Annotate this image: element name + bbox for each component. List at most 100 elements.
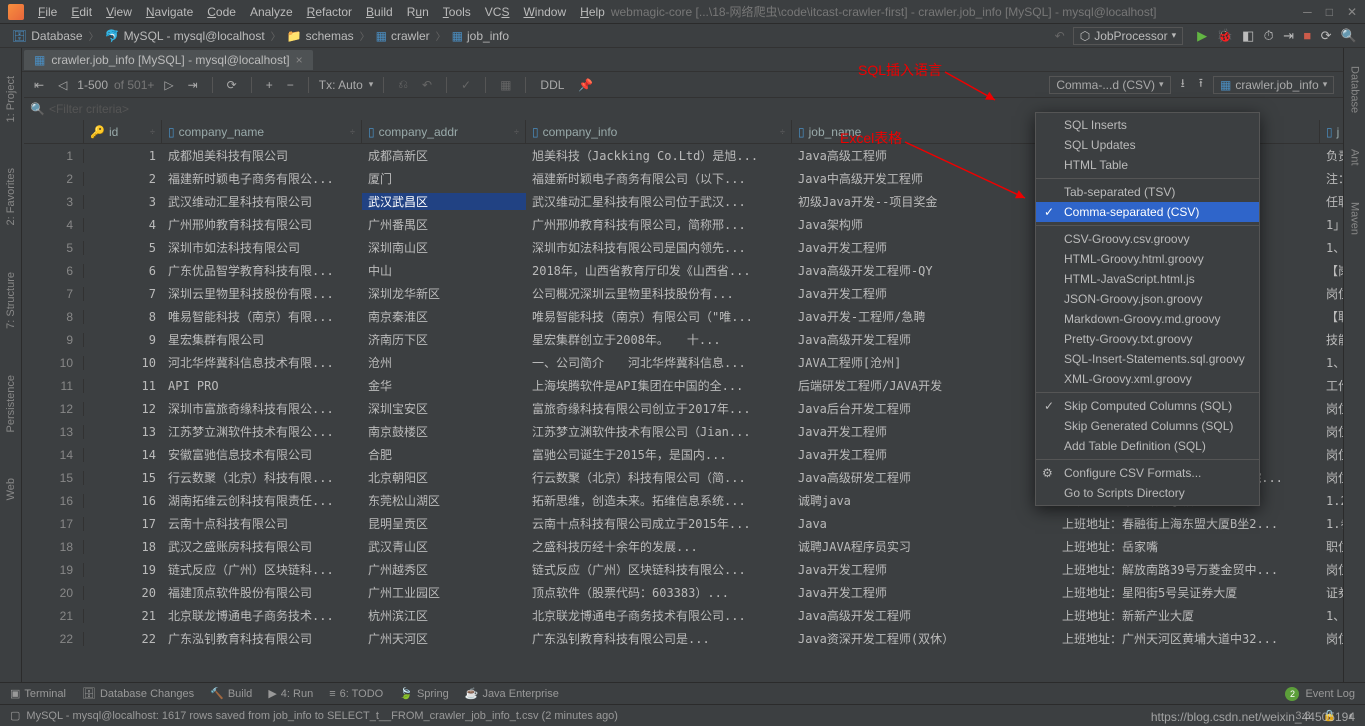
cell-job-name[interactable]: Java高级开发工程师 [792, 607, 1056, 624]
cell-id[interactable]: 18 [84, 540, 162, 554]
view-icon[interactable]: ▦ [496, 76, 515, 94]
cell-company-addr[interactable]: 南京鼓楼区 [362, 423, 526, 440]
menu-help[interactable]: Help [574, 3, 611, 21]
menu-xml-groovy[interactable]: XML-Groovy.xml.groovy [1036, 369, 1259, 389]
cell-company-info[interactable]: 广州邢帅教育科技有限公司，简称邢... [526, 216, 792, 233]
cell-id[interactable]: 12 [84, 402, 162, 416]
cell-company-info[interactable]: 上海埃腾软件是API集团在中国的全... [526, 377, 792, 394]
menu-view[interactable]: View [100, 3, 138, 21]
cell-company-info[interactable]: 行云数聚（北京）科技有限公司（简... [526, 469, 792, 486]
breadcrumb-jobinfo[interactable]: ▦job_info [448, 29, 513, 43]
cell-company-addr[interactable]: 厦门 [362, 170, 526, 187]
menu-tsv[interactable]: Tab-separated (TSV) [1036, 182, 1259, 202]
column-company-addr[interactable]: ▯company_addr÷ [362, 120, 526, 143]
cell-company-addr[interactable]: 沧州 [362, 354, 526, 371]
cell-company-name[interactable]: 福建顶点软件股份有限公司 [162, 584, 362, 601]
update-button[interactable]: ⟳ [1321, 28, 1332, 43]
cell-job-name[interactable]: Java高级研发工程师 [792, 469, 1056, 486]
coverage-button[interactable]: ◧ [1242, 28, 1254, 43]
right-tab-database[interactable]: Database [1347, 58, 1363, 121]
cell-company-info[interactable]: 广东泓钊教育科技有限公司是... [526, 630, 792, 647]
stop-button[interactable]: ■ [1303, 28, 1311, 43]
cell-id[interactable]: 10 [84, 356, 162, 370]
cell-company-info[interactable]: 链式反应（广州）区块链科技有限公... [526, 561, 792, 578]
cell-company-info[interactable]: 江苏梦立渊软件技术有限公司（Jian... [526, 423, 792, 440]
cell-job-name[interactable]: Java开发工程师 [792, 285, 1056, 302]
cell-company-addr[interactable]: 广州番禺区 [362, 216, 526, 233]
cell-company-addr[interactable]: 广州工业园区 [362, 584, 526, 601]
bottom-terminal[interactable]: ▣ Terminal [10, 687, 66, 700]
cell-job-addr[interactable]: 上班地址：岳家嘴 [1056, 538, 1320, 555]
submit-icon[interactable]: ✓ [457, 76, 475, 94]
column-id[interactable]: 🔑id÷ [84, 120, 162, 143]
cell-job-name[interactable]: Java开发工程师 [792, 584, 1056, 601]
menu-html-js[interactable]: HTML-JavaScript.html.js [1036, 269, 1259, 289]
cell-id[interactable]: 20 [84, 586, 162, 600]
rollback-icon[interactable]: ↶ [418, 76, 436, 94]
bottom-run[interactable]: ▶ 4: Run [268, 687, 313, 700]
commit-icon[interactable]: ⎌ [394, 75, 412, 94]
menu-md-groovy[interactable]: Markdown-Groovy.md.groovy [1036, 309, 1259, 329]
cell-id[interactable]: 4 [84, 218, 162, 232]
cell-id[interactable]: 17 [84, 517, 162, 531]
menu-sql-updates[interactable]: SQL Updates [1036, 135, 1259, 155]
cell-company-info[interactable]: 之盛科技历经十余年的发展... [526, 538, 792, 555]
menu-navigate[interactable]: Navigate [140, 3, 199, 21]
cell-company-name[interactable]: 广东泓钊教育科技有限公司 [162, 630, 362, 647]
cell-company-addr[interactable]: 广州天河区 [362, 630, 526, 647]
menu-vcs[interactable]: VCS [479, 3, 516, 21]
cell-id[interactable]: 16 [84, 494, 162, 508]
delete-row-icon[interactable]: − [283, 76, 298, 94]
cell-company-name[interactable]: 行云数聚（北京）科技有限... [162, 469, 362, 486]
cell-company-name[interactable]: 星宏集群有限公司 [162, 331, 362, 348]
table-row[interactable]: 2222广东泓钊教育科技有限公司广州天河区广东泓钊教育科技有限公司是...Jav… [24, 627, 1365, 650]
cell-id[interactable]: 15 [84, 471, 162, 485]
cell-company-addr[interactable]: 北京朝阳区 [362, 469, 526, 486]
cell-company-name[interactable]: API PRO [162, 379, 362, 393]
cell-job-name[interactable]: Java高级开发工程师-QY [792, 262, 1056, 279]
cell-id[interactable]: 11 [84, 379, 162, 393]
cell-job-name[interactable]: Java高级工程师 [792, 147, 1056, 164]
cell-company-name[interactable]: 深圳市富旅奇缘科技有限公... [162, 400, 362, 417]
cell-company-info[interactable]: 深圳市如法科技有限公司是国内领先... [526, 239, 792, 256]
cell-company-addr[interactable]: 广州越秀区 [362, 561, 526, 578]
cell-company-name[interactable]: 云南十点科技有限公司 [162, 515, 362, 532]
cell-company-addr[interactable]: 武汉武昌区 [362, 193, 526, 210]
right-tab-ant[interactable]: Ant [1347, 141, 1363, 174]
ddl-button[interactable]: DDL [536, 76, 568, 94]
cell-company-name[interactable]: 福建新时颖电子商务有限公... [162, 170, 362, 187]
table-row[interactable]: 2020福建顶点软件股份有限公司广州工业园区顶点软件（股票代码：603383）.… [24, 581, 1365, 604]
cell-company-addr[interactable]: 昆明呈贡区 [362, 515, 526, 532]
cell-id[interactable]: 1 [84, 149, 162, 163]
cell-company-addr[interactable]: 深圳龙华新区 [362, 285, 526, 302]
cell-job-name[interactable]: Java开发工程师 [792, 423, 1056, 440]
menu-analyze[interactable]: Analyze [244, 3, 299, 21]
cell-job-name[interactable]: Java开发-工程师/急聘 [792, 308, 1056, 325]
cell-company-info[interactable]: 一、公司简介 河北华烨冀科信息... [526, 354, 792, 371]
cell-job-addr[interactable]: 上班地址：新新产业大厦 [1056, 607, 1320, 624]
menu-refactor[interactable]: Refactor [301, 3, 358, 21]
cell-job-addr[interactable]: 上班地址：解放南路39号万菱金贸中... [1056, 561, 1320, 578]
cell-company-name[interactable]: 链式反应（广州）区块链科... [162, 561, 362, 578]
cell-id[interactable]: 19 [84, 563, 162, 577]
cell-company-info[interactable]: 云南十点科技有限公司成立于2015年... [526, 515, 792, 532]
left-tab-favorites[interactable]: 2: Favorites [3, 160, 19, 233]
export-format-dropdown[interactable]: Comma-...d (CSV)▾ [1049, 76, 1170, 94]
cell-company-addr[interactable]: 金华 [362, 377, 526, 394]
profile-button[interactable]: ⏱ [1264, 28, 1274, 43]
menu-html-groovy[interactable]: HTML-Groovy.html.groovy [1036, 249, 1259, 269]
bottom-todo[interactable]: ≡ 6: TODO [329, 688, 383, 700]
table-row[interactable]: 1818武汉之盛账房科技有限公司武汉青山区之盛科技历经十余年的发展...诚聘JA… [24, 535, 1365, 558]
prev-page-all-icon[interactable]: ⇤ [30, 76, 48, 94]
cell-id[interactable]: 8 [84, 310, 162, 324]
editor-tab[interactable]: ▦ crawler.job_info [MySQL] - mysql@local… [24, 50, 313, 70]
column-job-name[interactable]: ▯job_name÷ [792, 120, 1056, 143]
cell-company-name[interactable]: 安徽富驰信息技术有限公司 [162, 446, 362, 463]
next-page-all-icon[interactable]: ⇥ [184, 76, 202, 94]
menu-skip-computed[interactable]: ✓Skip Computed Columns (SQL) [1036, 396, 1259, 416]
maximize-button[interactable]: □ [1326, 5, 1333, 19]
cell-company-info[interactable]: 2018年，山西省教育厅印发《山西省... [526, 262, 792, 279]
cell-company-info[interactable]: 富驰公司诞生于2015年，是国内... [526, 446, 792, 463]
export-download-icon[interactable]: ⭳ [1177, 72, 1189, 97]
menu-window[interactable]: Window [517, 3, 572, 21]
